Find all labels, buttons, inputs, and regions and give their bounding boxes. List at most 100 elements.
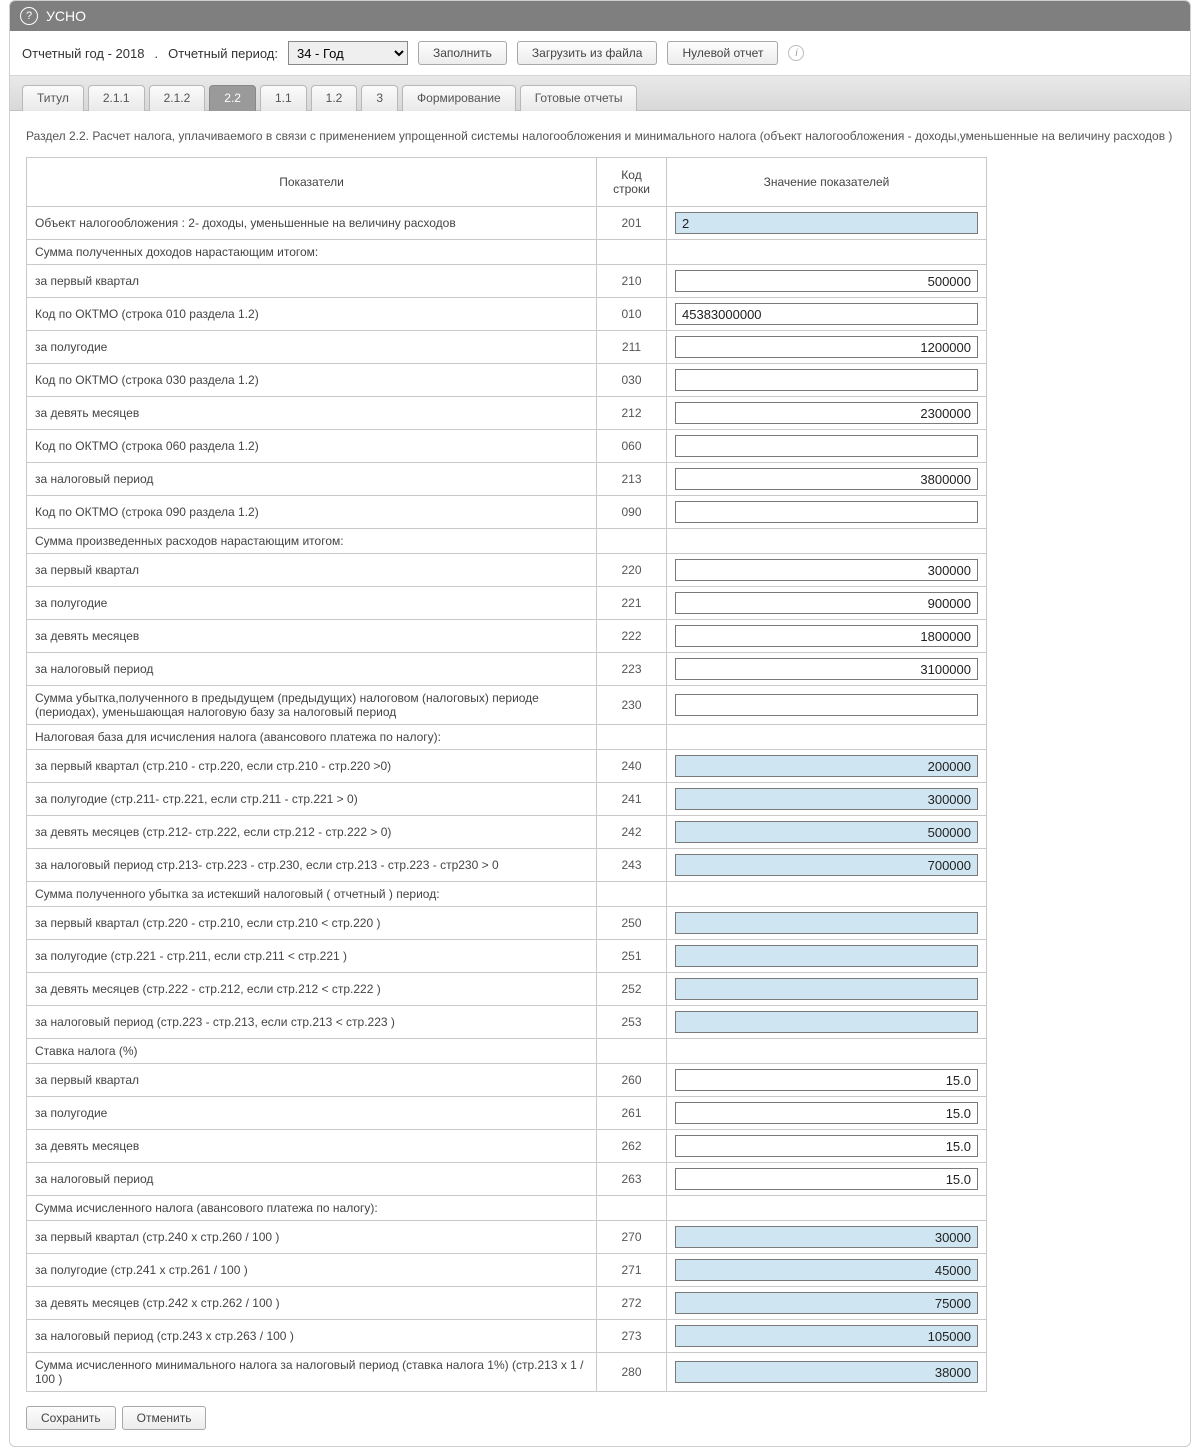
table-row: Объект налогообложения : 2- доходы, умен… (27, 207, 987, 240)
save-button[interactable]: Сохранить (26, 1406, 116, 1430)
value-input[interactable] (675, 1102, 978, 1124)
row-label: Налоговая база для исчисления налога (ав… (27, 725, 597, 750)
row-label: Код по ОКТМО (строка 010 раздела 1.2) (27, 298, 597, 331)
table-row: Налоговая база для исчисления налога (ав… (27, 725, 987, 750)
row-label: Сумма убытка,полученного в предыдущем (п… (27, 686, 597, 725)
table-row: за полугодие211 (27, 331, 987, 364)
value-readonly (675, 854, 978, 876)
table-row: за налоговый период (стр.223 - стр.213, … (27, 1006, 987, 1039)
tab-1.1[interactable]: 1.1 (260, 85, 307, 111)
row-code: 271 (597, 1254, 667, 1287)
value-input[interactable] (675, 501, 978, 523)
row-label: за первый квартал (стр.240 х стр.260 / 1… (27, 1221, 597, 1254)
value-input[interactable] (675, 303, 978, 325)
table-row: Сумма исчисленного минимального налога з… (27, 1353, 987, 1392)
table-row: за полугодие261 (27, 1097, 987, 1130)
tab-3[interactable]: 3 (361, 85, 398, 111)
row-label: за налоговый период стр.213- стр.223 - с… (27, 849, 597, 882)
tab-2.1.2[interactable]: 2.1.2 (149, 85, 206, 111)
info-icon[interactable]: i (788, 45, 804, 61)
table-row: за налоговый период (стр.243 х стр.263 /… (27, 1320, 987, 1353)
row-label: Сумма полученного убытка за истекший нал… (27, 882, 597, 907)
value-input[interactable] (675, 270, 978, 292)
value-readonly (675, 978, 978, 1000)
table-row: Код по ОКТМО (строка 030 раздела 1.2)030 (27, 364, 987, 397)
row-label: за первый квартал (27, 554, 597, 587)
row-label: Сумма исчисленного минимального налога з… (27, 1353, 597, 1392)
value-input[interactable] (675, 559, 978, 581)
table-row: за девять месяцев222 (27, 620, 987, 653)
row-code: 211 (597, 331, 667, 364)
row-value-cell (667, 940, 987, 973)
row-label: за налоговый период (27, 653, 597, 686)
value-input[interactable] (675, 658, 978, 680)
table-row: Код по ОКТМО (строка 090 раздела 1.2)090 (27, 496, 987, 529)
row-code: 261 (597, 1097, 667, 1130)
row-code: 060 (597, 430, 667, 463)
row-value-cell (667, 1221, 987, 1254)
tab-1.2[interactable]: 1.2 (311, 85, 358, 111)
value-readonly (675, 755, 978, 777)
table-row: за полугодие221 (27, 587, 987, 620)
tab-2.2[interactable]: 2.2 (209, 85, 256, 111)
row-value-cell (667, 750, 987, 783)
tab-титул[interactable]: Титул (22, 85, 84, 111)
row-label: за девять месяцев (стр.222 - стр.212, ес… (27, 973, 597, 1006)
value-readonly (675, 1011, 978, 1033)
content: Раздел 2.2. Расчет налога, уплачиваемого… (10, 111, 1190, 1446)
row-code: 250 (597, 907, 667, 940)
data-table: Показатели Код строки Значение показател… (26, 157, 987, 1392)
row-label: Код по ОКТМО (строка 090 раздела 1.2) (27, 496, 597, 529)
period-select[interactable]: 34 - Год (288, 41, 408, 65)
row-value-cell (667, 907, 987, 940)
table-row: Код по ОКТМО (строка 060 раздела 1.2)060 (27, 430, 987, 463)
row-code: 222 (597, 620, 667, 653)
zero-report-button[interactable]: Нулевой отчет (667, 41, 778, 65)
row-value-cell (667, 783, 987, 816)
row-label: за полугодие (27, 1097, 597, 1130)
value-input[interactable] (675, 435, 978, 457)
load-file-button[interactable]: Загрузить из файла (517, 41, 658, 65)
tab-готовые-отчеты[interactable]: Готовые отчеты (520, 85, 638, 111)
row-value-cell (667, 653, 987, 686)
table-row: Сумма исчисленного налога (авансового пл… (27, 1196, 987, 1221)
tab-bar: Титул2.1.12.1.22.21.11.23ФормированиеГот… (10, 76, 1190, 111)
row-label: Код по ОКТМО (строка 060 раздела 1.2) (27, 430, 597, 463)
table-row: за полугодие (стр.211- стр.221, если стр… (27, 783, 987, 816)
table-row: за полугодие (стр.221 - стр.211, если ст… (27, 940, 987, 973)
table-row: Сумма убытка,полученного в предыдущем (п… (27, 686, 987, 725)
value-input[interactable] (675, 336, 978, 358)
help-icon[interactable]: ? (20, 7, 38, 25)
table-row: за налоговый период263 (27, 1163, 987, 1196)
value-input[interactable] (675, 1135, 978, 1157)
cancel-button[interactable]: Отменить (122, 1406, 207, 1430)
row-label: за девять месяцев (27, 620, 597, 653)
tab-формирование[interactable]: Формирование (402, 85, 516, 111)
row-label: за полугодие (27, 331, 597, 364)
value-input[interactable] (675, 592, 978, 614)
row-code: 230 (597, 686, 667, 725)
value-input[interactable] (675, 1069, 978, 1091)
row-code: 253 (597, 1006, 667, 1039)
row-code (597, 882, 667, 907)
value-readonly (675, 912, 978, 934)
row-label: за девять месяцев (стр.242 х стр.262 / 1… (27, 1287, 597, 1320)
value-readonly (675, 1361, 978, 1383)
value-input[interactable] (675, 402, 978, 424)
row-code: 260 (597, 1064, 667, 1097)
row-label: за налоговый период (27, 1163, 597, 1196)
value-readonly (675, 1325, 978, 1347)
tab-2.1.1[interactable]: 2.1.1 (88, 85, 145, 111)
row-label: за первый квартал (27, 1064, 597, 1097)
row-label: Сумма полученных доходов нарастающим ито… (27, 240, 597, 265)
fill-button[interactable]: Заполнить (418, 41, 507, 65)
row-value-cell (667, 1320, 987, 1353)
row-code: 270 (597, 1221, 667, 1254)
row-code (597, 240, 667, 265)
value-input[interactable] (675, 369, 978, 391)
value-input[interactable] (675, 625, 978, 647)
value-input[interactable] (675, 468, 978, 490)
row-label: за девять месяцев (27, 397, 597, 430)
value-input[interactable] (675, 1168, 978, 1190)
value-input[interactable] (675, 694, 978, 716)
